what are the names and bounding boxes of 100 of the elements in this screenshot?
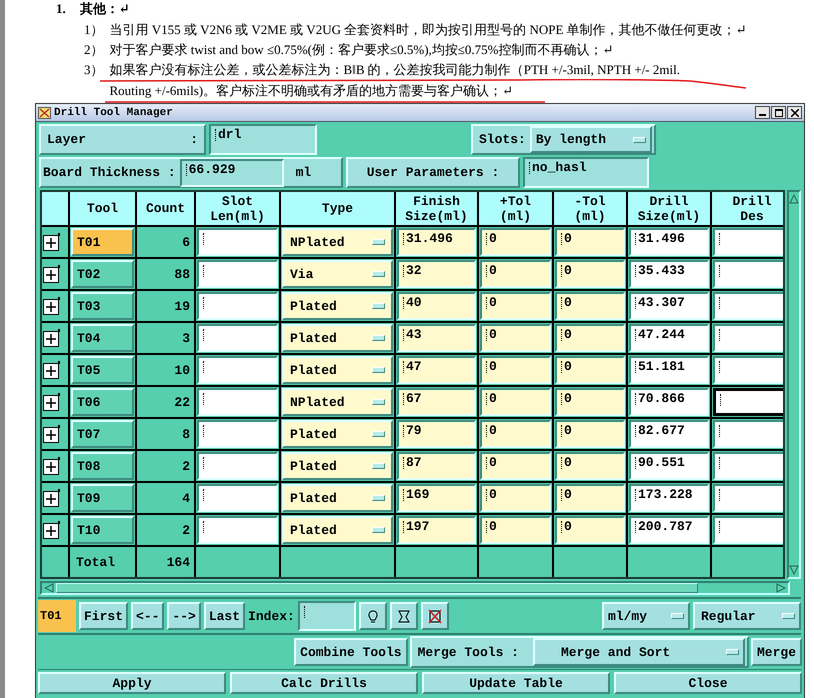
finish-field[interactable]: 47: [397, 356, 476, 384]
icon-button[interactable]: [390, 602, 418, 630]
slot-length-field[interactable]: [197, 516, 278, 544]
tool-button[interactable]: T02: [71, 260, 134, 288]
tool-button[interactable]: T08: [71, 452, 134, 480]
plus-tol-field[interactable]: 0: [480, 420, 551, 448]
type-dropdown[interactable]: Plated: [282, 324, 393, 352]
scroll-thumb[interactable]: [56, 583, 698, 593]
tool-button[interactable]: T04: [71, 324, 134, 352]
combine-tools-button[interactable]: Combine Tools: [294, 638, 408, 666]
drill-description-field[interactable]: [713, 324, 783, 352]
minus-tol-field[interactable]: 0: [555, 452, 625, 480]
drill-size-field[interactable]: 173.228: [629, 484, 709, 512]
drill-description-field[interactable]: [713, 356, 783, 384]
slot-length-field[interactable]: [197, 228, 278, 256]
nav-button[interactable]: Last: [204, 602, 246, 630]
plus-tol-field[interactable]: 0: [480, 260, 551, 288]
plus-tol-field[interactable]: 0: [480, 324, 551, 352]
type-dropdown[interactable]: Via: [282, 260, 393, 288]
drill-size-field[interactable]: 47.244: [629, 324, 709, 352]
close-button[interactable]: [787, 106, 802, 119]
mode-dropdown[interactable]: Regular: [693, 602, 801, 630]
merge-button[interactable]: Merge: [750, 638, 802, 666]
minus-tol-field[interactable]: 0: [555, 292, 625, 320]
drill-size-field[interactable]: 51.181: [629, 356, 709, 384]
user-parameters-field[interactable]: no_hasl: [523, 157, 649, 188]
type-dropdown[interactable]: Plated: [282, 292, 393, 320]
drill-description-field[interactable]: [713, 452, 783, 480]
horizontal-scrollbar[interactable]: [40, 581, 790, 595]
drill-size-field[interactable]: 82.677: [629, 420, 709, 448]
plus-tol-field[interactable]: 0: [480, 356, 551, 384]
plus-tol-field[interactable]: 0: [480, 228, 551, 256]
tool-button[interactable]: T01: [71, 228, 134, 256]
maximize-button[interactable]: [771, 106, 786, 119]
plus-tol-field[interactable]: 0: [480, 452, 551, 480]
icon-button[interactable]: [358, 602, 387, 630]
tool-button[interactable]: T10: [71, 516, 134, 544]
user-parameters-button[interactable]: User Parameters :: [346, 157, 520, 188]
finish-field[interactable]: 31.496: [397, 228, 476, 256]
plus-tol-field[interactable]: 0: [480, 516, 551, 544]
minus-tol-field[interactable]: 0: [555, 484, 625, 512]
minus-tol-field[interactable]: 0: [555, 228, 625, 256]
icon-button[interactable]: [420, 602, 449, 630]
minus-tol-field[interactable]: 0: [555, 420, 625, 448]
type-dropdown[interactable]: NPlated: [282, 228, 393, 256]
drill-description-field[interactable]: [713, 516, 783, 544]
finish-field[interactable]: 43: [397, 324, 476, 352]
tool-button[interactable]: T07: [71, 420, 134, 448]
slot-length-field[interactable]: [197, 452, 278, 480]
index-field[interactable]: [298, 601, 356, 631]
plus-tol-field[interactable]: 0: [480, 292, 551, 320]
nav-button[interactable]: First: [79, 602, 128, 630]
slot-length-field[interactable]: [197, 420, 278, 448]
drill-description-field[interactable]: [713, 484, 783, 512]
tool-button[interactable]: T03: [71, 292, 134, 320]
minus-tol-field[interactable]: 0: [555, 260, 625, 288]
slot-length-field[interactable]: [197, 388, 278, 416]
drill-description-field[interactable]: [713, 420, 783, 448]
slot-length-field[interactable]: [197, 324, 278, 352]
finish-field[interactable]: 32: [397, 260, 476, 288]
board-thickness-field[interactable]: 66.929: [180, 158, 284, 186]
type-dropdown[interactable]: Plated: [282, 356, 393, 384]
slot-length-field[interactable]: [197, 356, 278, 384]
drill-size-field[interactable]: 200.787: [629, 516, 709, 544]
drill-size-field[interactable]: 43.307: [629, 292, 709, 320]
action-button[interactable]: Apply: [38, 672, 226, 694]
units-dropdown[interactable]: ml/my: [602, 602, 690, 630]
finish-field[interactable]: 40: [397, 292, 476, 320]
merge-mode-dropdown[interactable]: Merge and Sort: [532, 638, 745, 666]
minus-tol-field[interactable]: 0: [555, 388, 625, 416]
type-dropdown[interactable]: Plated: [282, 516, 393, 544]
drill-size-field[interactable]: 31.496: [629, 228, 709, 256]
tool-button[interactable]: T09: [71, 484, 134, 512]
plus-tol-field[interactable]: 0: [480, 484, 551, 512]
slot-length-field[interactable]: [197, 260, 278, 288]
vertical-scrollbar[interactable]: [787, 190, 801, 579]
layer-button[interactable]: Layer :: [39, 124, 206, 155]
finish-field[interactable]: 79: [397, 420, 476, 448]
slot-length-field[interactable]: [197, 292, 278, 320]
type-dropdown[interactable]: NPlated: [282, 388, 393, 416]
nav-button[interactable]: -->: [167, 602, 201, 630]
tool-button[interactable]: T05: [71, 356, 134, 384]
finish-field[interactable]: 67: [397, 388, 476, 416]
finish-field[interactable]: 197: [397, 516, 476, 544]
finish-field[interactable]: 169: [397, 484, 476, 512]
finish-field[interactable]: 87: [397, 452, 476, 480]
action-button[interactable]: Calc Drills: [230, 672, 418, 694]
drill-size-field[interactable]: 35.433: [629, 260, 709, 288]
nav-button[interactable]: <--: [131, 602, 164, 630]
drill-size-field[interactable]: 70.866: [629, 388, 709, 416]
action-button[interactable]: Update Table: [422, 672, 610, 694]
slot-length-field[interactable]: [197, 484, 278, 512]
action-button[interactable]: Close: [614, 672, 802, 694]
drill-description-field[interactable]: [713, 260, 783, 288]
plus-tol-field[interactable]: 0: [480, 388, 551, 416]
drill-description-field[interactable]: [713, 228, 783, 256]
type-dropdown[interactable]: Plated: [282, 420, 393, 448]
minimize-button[interactable]: [755, 106, 770, 119]
drill-description-field[interactable]: [713, 388, 783, 416]
type-dropdown[interactable]: Plated: [282, 452, 393, 480]
